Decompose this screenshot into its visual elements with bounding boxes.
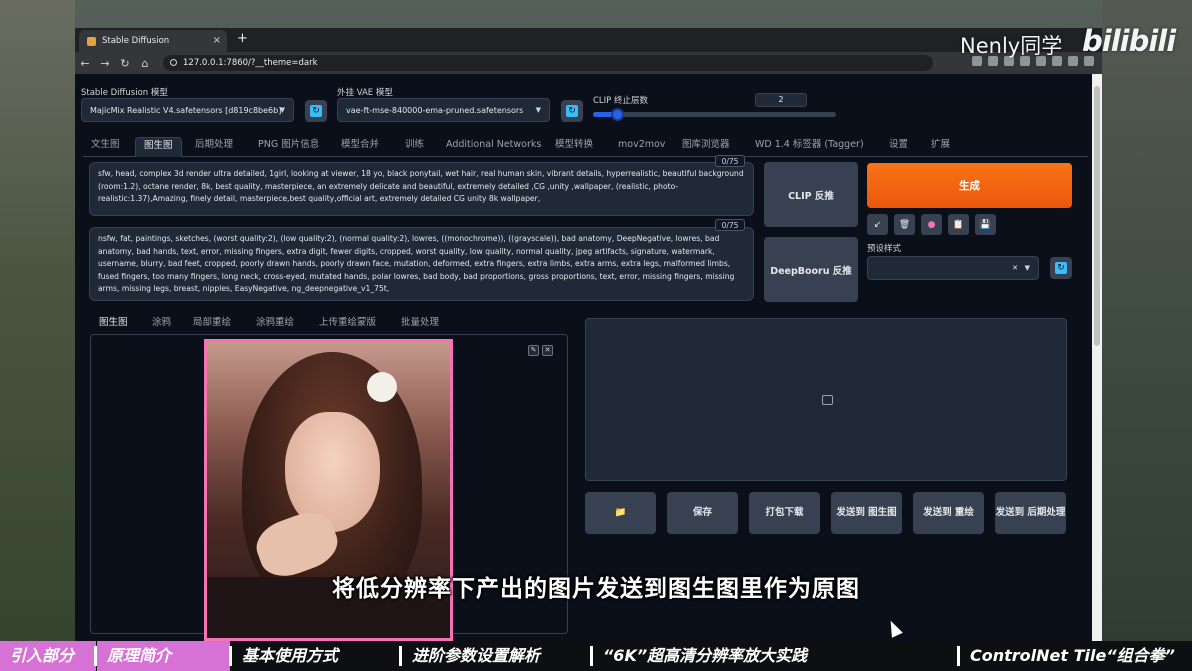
refresh-models-button[interactable]: ↻ — [305, 100, 327, 122]
tab-train[interactable]: 训练 — [405, 137, 424, 157]
forward-icon[interactable]: → — [95, 57, 115, 70]
browser-tab[interactable]: Stable Diffusion × — [79, 30, 227, 52]
site-info-icon[interactable] — [170, 59, 177, 66]
refresh-icon: ↻ — [566, 105, 578, 117]
send-to-img2img-button[interactable]: 发送到 图生图 — [831, 492, 902, 534]
address-bar: ← → ↻ ⌂ 127.0.0.1:7860/?__theme=dark — [75, 52, 1102, 74]
clip-skip-label: CLIP 终止层数 — [593, 96, 649, 106]
save-button[interactable]: 保存 — [667, 492, 738, 534]
vae-label: 外挂 VAE 模型 — [337, 88, 393, 98]
chapter-item[interactable]: “6K”超高清分辨率放大实践 — [593, 641, 957, 671]
tab-model-merge[interactable]: 模型合并 — [341, 137, 379, 157]
negative-token-counter: 0/75 — [715, 219, 745, 231]
card-icon: ● — [927, 219, 936, 230]
subtab-sketch[interactable]: 涂鸦 — [152, 314, 171, 328]
url-field[interactable]: 127.0.0.1:7860/?__theme=dark — [163, 55, 933, 71]
subtab-img2img[interactable]: 图生图 — [99, 314, 128, 328]
extra-networks-button[interactable]: ● — [921, 214, 942, 235]
edit-icon[interactable]: ✎ — [528, 345, 539, 356]
negative-prompt-input[interactable]: nsfw, fat, paintings, sketches, (worst q… — [89, 227, 754, 301]
tab-strip: Stable Diffusion × + — [75, 28, 1102, 52]
clip-skip-number[interactable]: 2 — [755, 93, 807, 107]
save-icon: 💾 — [979, 219, 992, 230]
tab-model-convert[interactable]: 模型转换 — [555, 137, 593, 157]
trash-icon: 🗑 — [898, 219, 911, 230]
send-to-inpaint-button[interactable]: 发送到 重绘 — [913, 492, 984, 534]
new-tab-button[interactable]: + — [237, 31, 248, 46]
tab-mov2mov[interactable]: mov2mov — [618, 137, 665, 157]
uploader-watermark: Nenly同学 — [960, 34, 1063, 58]
tab-additional-networks[interactable]: Additional Networks — [446, 137, 541, 157]
chevron-down-icon: ▼ — [279, 106, 285, 114]
chapter-bar: 引入部分 原理简介 基本使用方式 进阶参数设置解析 “6K”超高清分辨率放大实践… — [0, 641, 1192, 671]
clear-icon[interactable]: ✕ — [1012, 264, 1018, 272]
url-text: 127.0.0.1:7860/?__theme=dark — [183, 58, 318, 68]
img2img-subtabs: 图生图 涂鸦 局部重绘 涂鸦重绘 上传重绘蒙版 批量处理 — [90, 314, 568, 332]
folder-icon: 📁 — [614, 507, 627, 518]
home-icon[interactable]: ⌂ — [135, 57, 155, 70]
sd-model-label: Stable Diffusion 模型 — [81, 88, 168, 98]
clip-skip-slider[interactable] — [593, 108, 836, 121]
browser-tab-title: Stable Diffusion — [102, 36, 170, 46]
positive-token-counter: 0/75 — [715, 155, 745, 167]
close-icon[interactable]: ✕ — [542, 345, 553, 356]
refresh-icon: ↻ — [310, 105, 322, 117]
refresh-vae-button[interactable]: ↻ — [561, 100, 583, 122]
clear-prompt-button[interactable]: 🗑 — [894, 214, 915, 235]
tab-gallery-browser[interactable]: 图库浏览器 — [682, 137, 730, 157]
clipboard-icon: 📋 — [952, 219, 965, 230]
tab-extras[interactable]: 后期处理 — [195, 137, 233, 157]
styles-dropdown[interactable]: ✕ ▼ — [867, 256, 1039, 280]
refresh-styles-button[interactable]: ↻ — [1050, 257, 1072, 279]
tab-png-info[interactable]: PNG 图片信息 — [258, 137, 319, 157]
subtab-inpaint-sketch[interactable]: 涂鸦重绘 — [256, 314, 294, 328]
bilibili-logo: bilibili — [1082, 24, 1176, 58]
sd-model-dropdown[interactable]: MajicMix Realistic V4.safetensors [d819c… — [81, 98, 294, 122]
open-folder-button[interactable]: 📁 — [585, 492, 656, 534]
image-toolbar: ✎ ✕ — [528, 345, 553, 356]
main-tabs: 文生图 图生图 后期处理 PNG 图片信息 模型合并 训练 Additional… — [83, 137, 1088, 157]
positive-prompt-input[interactable]: sfw, head, complex 3d render ultra detai… — [89, 162, 754, 216]
sd-model-value: MajicMix Realistic V4.safetensors [d819c… — [90, 105, 282, 115]
chevron-down-icon: ▼ — [1024, 264, 1030, 272]
tab-settings[interactable]: 设置 — [889, 137, 908, 157]
close-tab-icon[interactable]: × — [213, 35, 221, 46]
favicon-icon — [87, 36, 96, 46]
generate-button[interactable]: 生成 — [867, 163, 1072, 208]
video-subtitle: 将低分辨率下产出的图片发送到图生图里作为原图 — [332, 576, 860, 602]
subtab-inpaint[interactable]: 局部重绘 — [193, 314, 231, 328]
styles-label: 预设样式 — [867, 244, 902, 254]
chapter-item[interactable]: ControlNet Tile“组合拳” — [960, 641, 1192, 671]
tab-tagger[interactable]: WD 1.4 标签器 (Tagger) — [755, 137, 864, 157]
page-scrollbar[interactable] — [1092, 74, 1102, 641]
tab-img2img[interactable]: 图生图 — [135, 137, 182, 157]
chevron-down-icon: ▼ — [535, 106, 541, 114]
chapter-item[interactable]: 原理简介 — [97, 641, 230, 671]
chapter-item[interactable]: 引入部分 — [0, 641, 96, 671]
scrollbar-thumb[interactable] — [1094, 86, 1100, 346]
vae-value: vae-ft-mse-840000-ema-pruned.safetensors — [346, 105, 524, 115]
apply-params-button[interactable]: ↙ — [867, 214, 888, 235]
image-placeholder-icon — [822, 395, 833, 405]
arrow-icon: ↙ — [873, 219, 882, 230]
deepbooru-interrogate-button[interactable]: DeepBooru 反推 — [764, 237, 858, 302]
save-style-button[interactable]: 💾 — [975, 214, 996, 235]
send-to-extras-button[interactable]: 发送到 后期处理 — [995, 492, 1066, 534]
refresh-icon: ↻ — [1055, 262, 1067, 274]
vae-dropdown[interactable]: vae-ft-mse-840000-ema-pruned.safetensors… — [337, 98, 550, 122]
chapter-item[interactable]: 基本使用方式 — [232, 641, 400, 671]
portrait-flower — [367, 372, 397, 402]
apply-style-button[interactable]: 📋 — [948, 214, 969, 235]
output-gallery — [585, 318, 1067, 481]
subtab-batch[interactable]: 批量处理 — [401, 314, 439, 328]
reload-icon[interactable]: ↻ — [115, 57, 135, 70]
sidebar-icon[interactable] — [1068, 56, 1078, 66]
back-icon[interactable]: ← — [75, 57, 95, 70]
zip-download-button[interactable]: 打包下载 — [749, 492, 820, 534]
chapter-item[interactable]: 进阶参数设置解析 — [402, 641, 590, 671]
subtab-inpaint-upload[interactable]: 上传重绘蒙版 — [319, 314, 376, 328]
tab-extensions[interactable]: 扩展 — [931, 137, 950, 157]
tab-txt2img[interactable]: 文生图 — [91, 137, 120, 157]
clip-interrogate-button[interactable]: CLIP 反推 — [764, 162, 858, 227]
